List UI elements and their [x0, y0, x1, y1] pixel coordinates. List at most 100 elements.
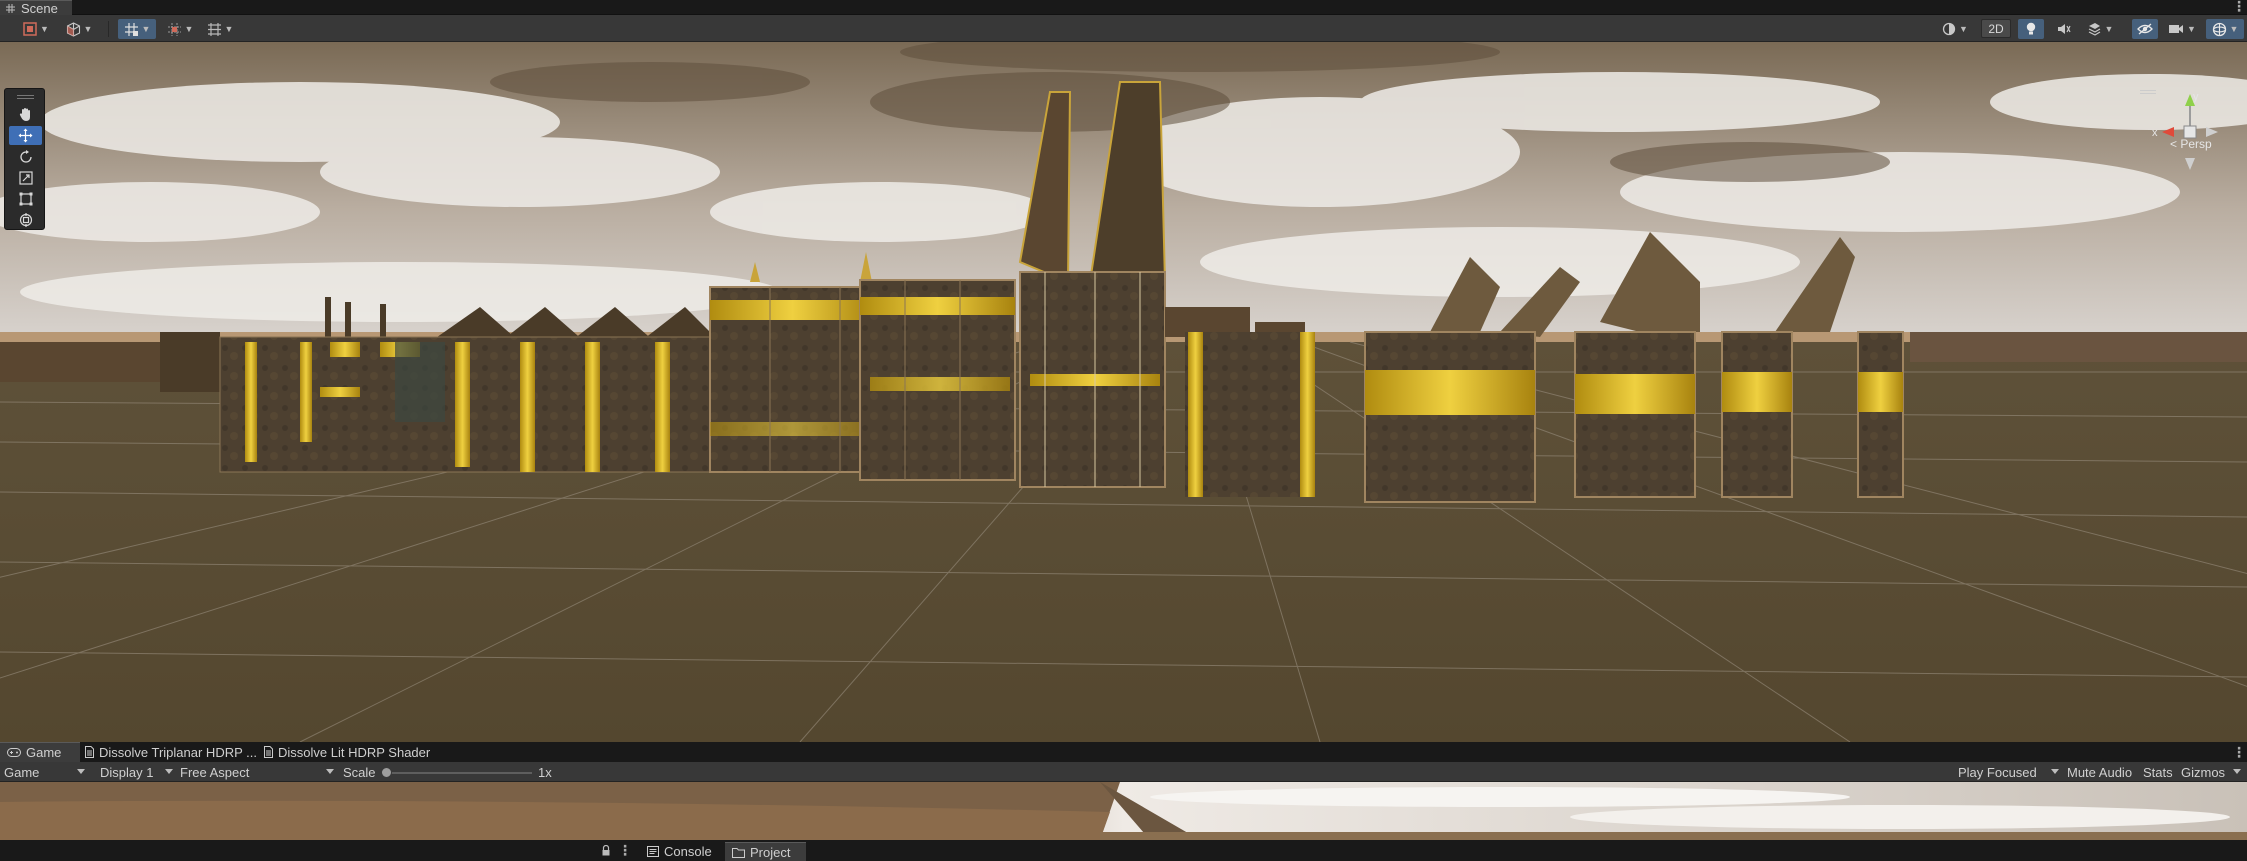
chevron-down-icon [326, 769, 334, 774]
tab-dissolve-lit[interactable]: Dissolve Lit HDRP Shader [257, 742, 437, 762]
tab-project[interactable]: Project [725, 842, 806, 861]
game-viewport[interactable] [0, 782, 2247, 840]
chevron-down-icon: ▼ [184, 24, 194, 34]
scale-slider-track[interactable] [386, 772, 532, 774]
hand-tool-icon [19, 108, 30, 121]
audio-icon [2058, 24, 2071, 34]
panel-drag-handle[interactable] [17, 95, 34, 99]
hidden-objects-icon [2137, 23, 2153, 35]
game-render [0, 782, 2247, 840]
scene-viewport[interactable]: x y < Persp [0, 42, 2247, 742]
shader-doc-icon [264, 746, 273, 758]
scale-slider-handle[interactable] [381, 767, 392, 778]
effects-icon [2088, 23, 2100, 36]
display-value: Display 1 [100, 764, 154, 780]
rect-tool-button[interactable] [9, 189, 42, 208]
audio-toggle-button[interactable] [2052, 19, 2076, 39]
scene-tools-panel [4, 88, 45, 230]
move-tool-icon [18, 128, 33, 143]
chevron-down-icon [2051, 769, 2059, 774]
draw-mode-icon [23, 22, 37, 36]
tab-console-label: Console [664, 844, 712, 859]
camera-settings-button[interactable]: ▼ [2164, 19, 2200, 39]
tab-game[interactable]: Game [0, 742, 80, 762]
chevron-down-icon [77, 769, 85, 774]
scale-tool-button[interactable] [9, 168, 42, 187]
lighting-icon [2026, 22, 2036, 35]
chevron-down-icon: ▼ [40, 24, 49, 34]
bottom-tab-bar: ⋮ Console Project [0, 840, 2247, 861]
game-tab-bar: Game Dissolve Triplanar HDRP ... Dissolv… [0, 742, 2247, 762]
toggle-2d-button[interactable]: 2D [1981, 19, 2011, 38]
display-select[interactable]: Display 1 [100, 762, 174, 782]
scale-label: Scale [343, 764, 376, 780]
shading-mode-button[interactable]: ▼ [60, 19, 98, 39]
gizmos-toggle-button[interactable]: ▼ [2206, 19, 2244, 39]
transform-tool-button[interactable] [9, 210, 42, 229]
chevron-down-icon: ▼ [1959, 24, 1968, 34]
aspect-select[interactable]: Free Aspect [180, 762, 335, 782]
chevron-down-icon: ▼ [2104, 24, 2114, 34]
tab-scene[interactable]: Scene [0, 0, 72, 16]
grid-snap-icon [124, 22, 138, 36]
tab-dissolve-triplanar-label: Dissolve Triplanar HDRP ... [99, 744, 257, 760]
effects-button[interactable]: ▼ [2084, 19, 2116, 39]
lock-icon[interactable] [601, 845, 611, 856]
draw-mode-button[interactable]: ▼ [18, 19, 54, 39]
chevron-down-icon: ▼ [224, 24, 234, 34]
tab-dissolve-lit-label: Dissolve Lit HDRP Shader [278, 744, 431, 760]
move-tool-button[interactable] [9, 126, 42, 145]
rotate-tool-button[interactable] [9, 147, 42, 166]
camera-icon [2169, 25, 2184, 33]
grid-snap-button[interactable]: ▼ [118, 19, 156, 39]
scene-menu-icon[interactable]: ⋮ [2232, 0, 2246, 13]
rect-tool-icon [19, 192, 32, 205]
scene-toolbar: ▼ ▼ ▼ ▼ ▼ ▼ 2D ▼ ▼ ▼ [0, 15, 2247, 42]
aspect-value: Free Aspect [180, 764, 250, 780]
lighting-toggle-button[interactable] [2018, 19, 2044, 39]
tab-dissolve-triplanar[interactable]: Dissolve Triplanar HDRP ... [78, 742, 258, 762]
console-icon [647, 846, 659, 857]
chevron-down-icon: ▼ [83, 24, 93, 34]
chevron-down-icon: ▼ [141, 24, 151, 34]
chevron-down-icon [165, 769, 173, 774]
play-mode-value: Play Focused [1958, 764, 2037, 780]
tab-console[interactable]: Console [640, 842, 721, 861]
chevron-down-icon [2233, 769, 2241, 774]
play-mode-select[interactable]: Play Focused [1958, 762, 2064, 782]
grid-visibility-icon [207, 22, 221, 36]
orientation-gizmo[interactable]: x y [2150, 92, 2230, 172]
gizmos-toggle[interactable]: Gizmos [2181, 762, 2225, 782]
gamepad-icon [7, 748, 21, 757]
hidden-objects-button[interactable] [2132, 19, 2158, 39]
stats-toggle[interactable]: Stats [2143, 762, 2173, 782]
render-mode-icon [1942, 22, 1956, 36]
gizmo-y-label: y [2193, 92, 2199, 103]
view-type-value: Game [4, 764, 40, 780]
hand-tool-button[interactable] [9, 105, 42, 124]
game-toolbar: Game Display 1 Free Aspect Scale 1x Play… [0, 762, 2247, 782]
game-menu-icon[interactable]: ⋮ [2232, 745, 2246, 759]
chevron-down-icon: ▼ [2187, 24, 2196, 34]
rotate-tool-icon [19, 149, 32, 163]
render-mode-button[interactable]: ▼ [1938, 19, 1972, 39]
scale-value: 1x [538, 764, 552, 780]
projection-toggle[interactable]: < Persp [2170, 137, 2212, 151]
scene-render [0, 42, 2247, 742]
grid-visibility-button[interactable]: ▼ [202, 19, 238, 39]
transform-tool-icon [19, 212, 32, 227]
gizmo-x-axis-cone [2162, 127, 2174, 137]
gizmos-icon [2212, 22, 2226, 36]
shader-doc-icon [85, 746, 94, 758]
toolbar-divider [108, 21, 109, 37]
tab-scene-label: Scene [21, 0, 58, 16]
mute-audio-toggle[interactable]: Mute Audio [2067, 762, 2132, 782]
increment-snap-icon [167, 22, 181, 36]
scene-grid-icon [6, 3, 15, 13]
bottom-menu-icon[interactable]: ⋮ [618, 843, 632, 857]
folder-icon [732, 847, 745, 858]
chevron-down-icon: ▼ [2229, 24, 2239, 34]
gizmo-x-label: x [2152, 127, 2158, 139]
shading-cube-icon [66, 21, 80, 37]
increment-snap-button[interactable]: ▼ [162, 19, 198, 39]
